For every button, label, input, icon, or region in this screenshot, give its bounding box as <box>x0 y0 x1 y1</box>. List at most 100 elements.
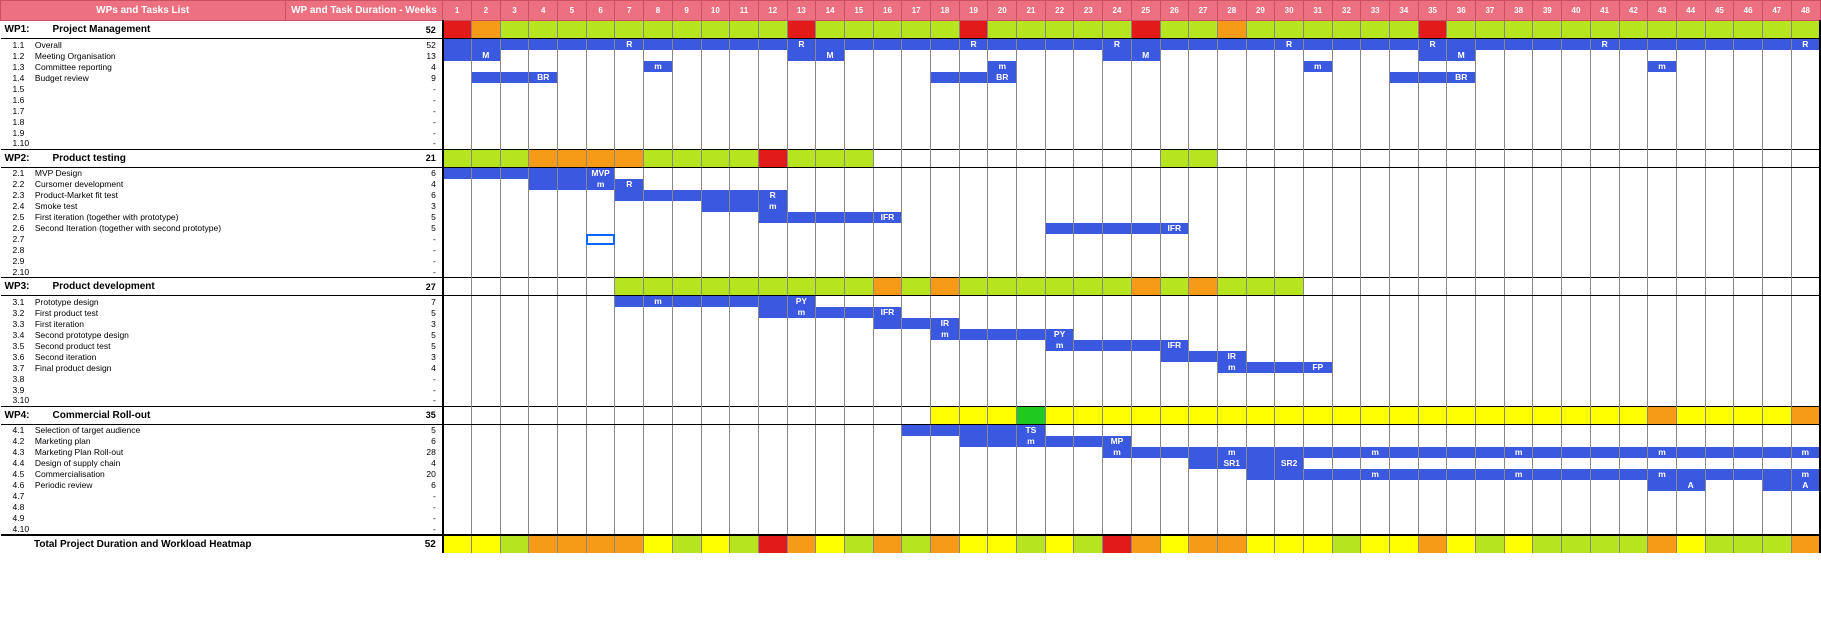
gantt-bar-cell[interactable]: m <box>1504 469 1533 480</box>
gantt-cell[interactable] <box>1504 116 1533 127</box>
gantt-cell[interactable] <box>931 138 960 149</box>
gantt-cell[interactable] <box>1705 513 1734 524</box>
gantt-cell[interactable] <box>1189 318 1218 329</box>
gantt-cell[interactable] <box>529 447 558 458</box>
total-heat-cell[interactable] <box>500 535 529 553</box>
gantt-cell[interactable] <box>1160 256 1189 267</box>
gantt-cell[interactable] <box>644 245 673 256</box>
gantt-cell[interactable] <box>1504 318 1533 329</box>
gantt-cell[interactable] <box>586 329 615 340</box>
gantt-cell[interactable] <box>1762 513 1791 524</box>
gantt-cell[interactable] <box>730 329 759 340</box>
gantt-cell[interactable] <box>988 458 1017 469</box>
gantt-cell[interactable] <box>644 223 673 234</box>
gantt-cell[interactable] <box>1017 318 1046 329</box>
gantt-cell[interactable] <box>558 447 587 458</box>
gantt-cell[interactable] <box>787 513 816 524</box>
gantt-cell[interactable] <box>1217 190 1246 201</box>
gantt-cell[interactable] <box>844 384 873 395</box>
gantt-bar-cell[interactable] <box>931 424 960 436</box>
gantt-cell[interactable] <box>1533 351 1562 362</box>
gantt-cell[interactable] <box>1390 424 1419 436</box>
gantt-bar-cell[interactable]: M <box>1131 50 1160 61</box>
gantt-cell[interactable] <box>1131 116 1160 127</box>
gantt-cell[interactable] <box>1303 384 1332 395</box>
gantt-cell[interactable] <box>1045 256 1074 267</box>
gantt-cell[interactable] <box>1332 384 1361 395</box>
gantt-cell[interactable] <box>1791 83 1820 94</box>
total-heat-cell[interactable] <box>1619 535 1648 553</box>
gantt-cell[interactable] <box>1074 116 1103 127</box>
gantt-cell[interactable] <box>615 234 644 245</box>
gantt-bar-cell[interactable] <box>1103 223 1132 234</box>
gantt-cell[interactable] <box>558 223 587 234</box>
gantt-cell[interactable] <box>1390 83 1419 94</box>
gantt-cell[interactable] <box>730 256 759 267</box>
gantt-cell[interactable] <box>1103 256 1132 267</box>
gantt-cell[interactable] <box>1648 245 1677 256</box>
gantt-cell[interactable] <box>1361 318 1390 329</box>
gantt-cell[interactable] <box>701 513 730 524</box>
gantt-cell[interactable] <box>816 267 845 278</box>
heat-cell[interactable] <box>1705 278 1734 296</box>
heat-cell[interactable] <box>672 21 701 39</box>
gantt-cell[interactable] <box>1562 458 1591 469</box>
gantt-cell[interactable] <box>1160 94 1189 105</box>
gantt-cell[interactable] <box>816 384 845 395</box>
gantt-cell[interactable] <box>1791 307 1820 318</box>
gantt-cell[interactable] <box>672 50 701 61</box>
gantt-cell[interactable] <box>1734 318 1763 329</box>
gantt-cell[interactable] <box>1017 138 1046 149</box>
total-heat-cell[interactable] <box>1590 535 1619 553</box>
gantt-cell[interactable] <box>1648 436 1677 447</box>
gantt-cell[interactable] <box>1246 127 1275 138</box>
gantt-cell[interactable] <box>988 296 1017 308</box>
gantt-cell[interactable] <box>1476 138 1505 149</box>
gantt-cell[interactable] <box>959 469 988 480</box>
gantt-cell[interactable] <box>1217 307 1246 318</box>
gantt-cell[interactable] <box>1418 480 1447 491</box>
gantt-cell[interactable] <box>500 83 529 94</box>
gantt-bar-cell[interactable] <box>816 39 845 51</box>
gantt-cell[interactable] <box>1246 201 1275 212</box>
gantt-cell[interactable] <box>873 138 902 149</box>
heat-cell[interactable] <box>1017 406 1046 424</box>
gantt-cell[interactable] <box>1562 436 1591 447</box>
heat-cell[interactable] <box>931 149 960 167</box>
gantt-bar-cell[interactable] <box>1160 39 1189 51</box>
total-heat-cell[interactable] <box>959 535 988 553</box>
gantt-cell[interactable] <box>1504 212 1533 223</box>
gantt-cell[interactable] <box>1361 458 1390 469</box>
total-heat-cell[interactable] <box>701 535 730 553</box>
gantt-cell[interactable] <box>1361 340 1390 351</box>
gantt-cell[interactable] <box>1734 351 1763 362</box>
gantt-cell[interactable] <box>1504 72 1533 83</box>
gantt-cell[interactable] <box>1131 94 1160 105</box>
gantt-cell[interactable] <box>1103 234 1132 245</box>
gantt-cell[interactable] <box>902 190 931 201</box>
gantt-cell[interactable] <box>1017 50 1046 61</box>
gantt-cell[interactable] <box>1734 491 1763 502</box>
gantt-cell[interactable] <box>816 223 845 234</box>
heat-cell[interactable] <box>1189 278 1218 296</box>
gantt-cell[interactable] <box>1533 362 1562 373</box>
gantt-cell[interactable] <box>1676 234 1705 245</box>
gantt-cell[interactable] <box>586 513 615 524</box>
gantt-cell[interactable] <box>586 351 615 362</box>
gantt-cell[interactable] <box>1562 138 1591 149</box>
gantt-cell[interactable] <box>701 458 730 469</box>
gantt-cell[interactable] <box>1447 167 1476 179</box>
gantt-cell[interactable] <box>529 138 558 149</box>
gantt-cell[interactable] <box>730 127 759 138</box>
total-heat-cell[interactable] <box>644 535 673 553</box>
gantt-bar-cell[interactable]: R <box>758 190 787 201</box>
gantt-cell[interactable] <box>701 340 730 351</box>
gantt-bar-cell[interactable] <box>500 167 529 179</box>
gantt-cell[interactable] <box>1189 94 1218 105</box>
heat-cell[interactable] <box>1619 406 1648 424</box>
gantt-cell[interactable] <box>1361 329 1390 340</box>
heat-cell[interactable] <box>1476 406 1505 424</box>
gantt-cell[interactable] <box>844 223 873 234</box>
gantt-cell[interactable] <box>1705 329 1734 340</box>
heat-cell[interactable] <box>558 21 587 39</box>
